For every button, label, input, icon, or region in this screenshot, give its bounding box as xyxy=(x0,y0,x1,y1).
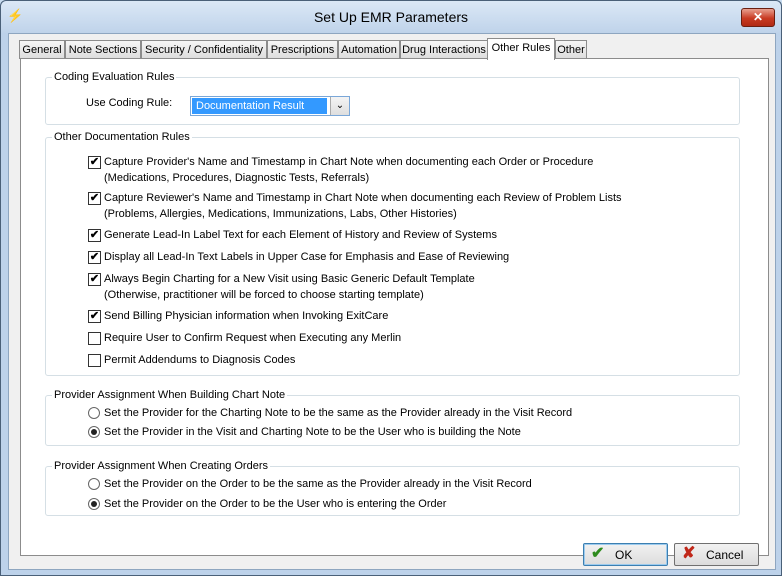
cancel-button-label: Cancel xyxy=(706,548,744,562)
generate-lead-in-label[interactable]: Generate Lead-In Label Text for each Ele… xyxy=(104,229,497,241)
chart-note-user-provider-radio[interactable] xyxy=(88,426,100,438)
orders-same-provider-label[interactable]: Set the Provider on the Order to be the … xyxy=(104,478,532,490)
tab-other-rules[interactable]: Other Rules xyxy=(487,38,555,60)
dialog-window: ⚡ Set Up EMR Parameters ✕ General Note S… xyxy=(0,0,782,576)
dialog-client: General Note Sections Security / Confide… xyxy=(8,33,776,570)
tab-general[interactable]: General xyxy=(19,40,65,59)
billing-physician-label[interactable]: Send Billing Physician information when … xyxy=(104,310,388,322)
coding-evaluation-group: Coding Evaluation Rules Use Coding Rule:… xyxy=(45,71,740,125)
coding-evaluation-legend: Coding Evaluation Rules xyxy=(54,71,175,83)
checkmark-icon: ✔ xyxy=(591,545,605,562)
window-title: Set Up EMR Parameters xyxy=(313,9,469,25)
orders-provider-group: Provider Assignment When Creating Orders… xyxy=(45,460,740,516)
ok-button-label: OK xyxy=(615,548,633,562)
addendums-checkbox[interactable] xyxy=(88,354,101,367)
chart-note-same-provider-radio[interactable] xyxy=(88,407,100,419)
confirm-merlin-checkbox[interactable] xyxy=(88,332,101,345)
tab-note-sections[interactable]: Note Sections xyxy=(65,40,141,59)
cross-icon: ✘ xyxy=(682,545,696,562)
ok-button[interactable]: ✔ OK xyxy=(583,543,668,566)
documentation-rules-legend: Other Documentation Rules xyxy=(54,131,190,143)
tab-other[interactable]: Other xyxy=(555,40,587,59)
coding-rule-value: Documentation Result xyxy=(192,98,327,114)
close-icon: ✕ xyxy=(752,10,764,24)
default-template-checkbox[interactable]: ✔ xyxy=(88,273,101,286)
orders-same-provider-radio[interactable] xyxy=(88,478,100,490)
other-rules-panel: Coding Evaluation Rules Use Coding Rule:… xyxy=(20,58,769,556)
capture-reviewer-checkbox[interactable]: ✔ xyxy=(88,192,101,205)
tab-prescriptions[interactable]: Prescriptions xyxy=(267,40,338,59)
orders-user-provider-label[interactable]: Set the Provider on the Order to be the … xyxy=(104,498,446,510)
checkmark-icon: ✔ xyxy=(89,192,100,204)
chevron-down-icon: ⌄ xyxy=(335,100,345,111)
chart-note-provider-legend: Provider Assignment When Building Chart … xyxy=(54,389,286,401)
coding-rule-select[interactable]: Documentation Result ⌄ xyxy=(190,96,350,116)
documentation-rules-group: Other Documentation Rules ✔ Capture Prov… xyxy=(45,131,740,376)
checkmark-icon: ✔ xyxy=(89,156,100,168)
chart-note-same-provider-label[interactable]: Set the Provider for the Charting Note t… xyxy=(104,407,572,419)
confirm-merlin-label[interactable]: Require User to Confirm Request when Exe… xyxy=(104,332,401,344)
checkmark-icon: ✔ xyxy=(89,273,100,285)
capture-provider-checkbox[interactable]: ✔ xyxy=(88,156,101,169)
upper-case-labels-checkbox[interactable]: ✔ xyxy=(88,251,101,264)
chart-note-user-provider-label[interactable]: Set the Provider in the Visit and Charti… xyxy=(104,426,521,438)
tab-security-confidentiality[interactable]: Security / Confidentiality xyxy=(141,40,267,59)
default-template-label[interactable]: Always Begin Charting for a New Visit us… xyxy=(104,273,475,285)
tab-drug-interactions[interactable]: Drug Interactions xyxy=(400,40,488,59)
tab-automation[interactable]: Automation xyxy=(338,40,400,59)
upper-case-labels-label[interactable]: Display all Lead-In Text Labels in Upper… xyxy=(104,251,509,263)
orders-user-provider-radio[interactable] xyxy=(88,498,100,510)
billing-physician-checkbox[interactable]: ✔ xyxy=(88,310,101,323)
close-button[interactable]: ✕ xyxy=(741,8,775,27)
dropdown-button[interactable]: ⌄ xyxy=(330,97,349,115)
default-template-sublabel: (Otherwise, practitioner will be forced … xyxy=(104,289,424,301)
addendums-label[interactable]: Permit Addendums to Diagnosis Codes xyxy=(104,354,295,366)
orders-provider-legend: Provider Assignment When Creating Orders xyxy=(54,460,268,472)
chart-note-provider-group: Provider Assignment When Building Chart … xyxy=(45,389,740,446)
title-bar[interactable]: ⚡ Set Up EMR Parameters ✕ xyxy=(1,1,781,33)
use-coding-rule-label: Use Coding Rule: xyxy=(86,97,173,109)
capture-provider-label[interactable]: Capture Provider's Name and Timestamp in… xyxy=(104,156,593,168)
checkmark-icon: ✔ xyxy=(89,310,100,322)
capture-reviewer-label[interactable]: Capture Reviewer's Name and Timestamp in… xyxy=(104,192,622,204)
checkmark-icon: ✔ xyxy=(89,229,100,241)
checkmark-icon: ✔ xyxy=(89,251,100,263)
capture-provider-sublabel: (Medications, Procedures, Diagnostic Tes… xyxy=(104,172,370,184)
capture-reviewer-sublabel: (Problems, Allergies, Medications, Immun… xyxy=(104,208,457,220)
generate-lead-in-checkbox[interactable]: ✔ xyxy=(88,229,101,242)
cancel-button[interactable]: ✘ Cancel xyxy=(674,543,759,566)
